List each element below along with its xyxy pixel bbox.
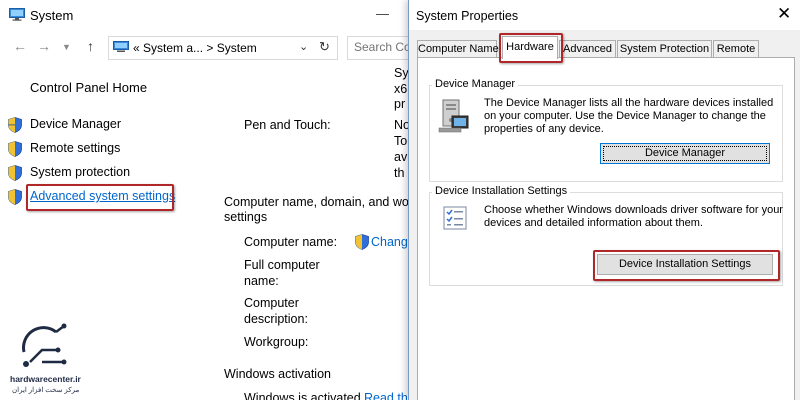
- pen-touch-value-clipped: th: [394, 166, 405, 180]
- computer-name-label: Computer name:: [244, 235, 338, 249]
- system-window: System — ← → ▼ ↑ « System a... > System …: [0, 0, 410, 400]
- shield-icon: [8, 141, 22, 157]
- system-value-clipped: x6: [394, 82, 408, 96]
- system-properties-dialog: System Properties ✕ Computer Name Hardwa…: [408, 0, 800, 400]
- read-license-link[interactable]: Read th: [364, 391, 408, 400]
- breadcrumb-separator: >: [206, 41, 214, 55]
- breadcrumb: « System a... > System: [133, 41, 257, 55]
- address-dropdown-chevron-icon[interactable]: ⌄: [299, 40, 308, 53]
- computer-description-label: Computer: [244, 296, 299, 310]
- tab-remote[interactable]: Remote: [713, 40, 759, 58]
- description-line: on your computer. Use the Device Manager…: [484, 110, 766, 122]
- shield-icon: [355, 234, 369, 250]
- pen-touch-value-clipped: av: [394, 150, 408, 164]
- computer-name-section-heading-line2: settings: [224, 210, 268, 224]
- device-manager-icon: [438, 99, 469, 133]
- description-line: The Device Manager lists all the hardwar…: [484, 97, 774, 109]
- computer-name-section-heading: Computer name, domain, and wor: [224, 195, 410, 209]
- back-arrow-icon[interactable]: ←: [13, 38, 27, 54]
- shield-icon: [8, 117, 22, 133]
- watermark-subtitle: مرکز سخت افزار ایران: [12, 387, 80, 394]
- close-icon[interactable]: ✕: [777, 4, 791, 24]
- dialog-title-bar: System Properties ✕: [409, 0, 800, 30]
- address-bar[interactable]: « System a... > System ⌄ ↻: [108, 36, 338, 60]
- device-installation-group-label: Device Installation Settings: [432, 185, 571, 197]
- device-installation-description: Choose whether Windows downloads driver …: [484, 204, 783, 230]
- highlight-box: [499, 33, 563, 63]
- control-panel-home-link[interactable]: Control Panel Home: [30, 80, 147, 95]
- tab-advanced[interactable]: Advanced: [559, 40, 616, 58]
- device-manager-group-label: Device Manager: [432, 78, 519, 90]
- control-panel-icon: [113, 41, 129, 52]
- watermark-brand: hardwarecenter.ir: [10, 374, 81, 384]
- task-label: Device Manager: [30, 117, 122, 131]
- search-input[interactable]: [354, 40, 410, 54]
- checklist-icon: [443, 206, 467, 230]
- computer-icon: [9, 8, 25, 21]
- up-arrow-icon[interactable]: ↑: [87, 38, 94, 54]
- system-window-title: System: [30, 8, 74, 23]
- device-manager-description: The Device Manager lists all the hardwar…: [484, 97, 773, 136]
- task-label: Remote settings: [30, 141, 121, 155]
- pen-touch-label: Pen and Touch:: [244, 118, 331, 132]
- forward-arrow-icon[interactable]: →: [37, 38, 51, 54]
- windows-activation-heading: Windows activation: [224, 367, 331, 381]
- system-title-bar: System —: [0, 0, 410, 32]
- computer-description-label-line2: description:: [244, 312, 308, 326]
- search-box: [347, 36, 410, 60]
- device-manager-button[interactable]: Device Manager: [600, 143, 770, 164]
- activation-status: Windows is activated: [244, 391, 361, 400]
- shield-icon: [8, 165, 22, 181]
- shield-icon: [8, 189, 22, 205]
- breadcrumb-system-and-security[interactable]: System a...: [143, 41, 203, 55]
- system-value-clipped: pr: [394, 97, 406, 111]
- full-computer-name-label-line2: name:: [244, 274, 279, 288]
- workgroup-label: Workgroup:: [244, 335, 309, 349]
- full-computer-name-label: Full computer: [244, 258, 320, 272]
- highlight-box: [26, 184, 174, 211]
- focus-rectangle: [603, 146, 767, 161]
- circuit-logo-icon: [22, 323, 67, 367]
- dialog-title: System Properties: [416, 9, 519, 23]
- change-settings-link[interactable]: Chang: [371, 235, 408, 249]
- watermark-logo: hardwarecenter.ir مرکز سخت افزار ایران: [10, 322, 81, 400]
- recent-locations-chevron-icon[interactable]: ▼: [62, 42, 71, 52]
- pen-touch-value-clipped: To: [394, 134, 408, 148]
- system-value-clipped: Sy: [394, 66, 409, 80]
- breadcrumb-system[interactable]: System: [217, 41, 257, 55]
- hardware-tab-panel: Device Manager The Device Manager lists …: [417, 57, 795, 400]
- task-label: System protection: [30, 165, 131, 179]
- description-line: Choose whether Windows downloads driver …: [484, 204, 783, 216]
- tab-system-protection[interactable]: System Protection: [617, 40, 712, 58]
- minimize-button[interactable]: —: [376, 6, 389, 21]
- breadcrumb-overflow[interactable]: «: [133, 41, 140, 55]
- description-line: devices and detailed information about t…: [484, 217, 703, 229]
- highlight-box: [593, 250, 780, 281]
- refresh-icon[interactable]: ↻: [319, 39, 330, 55]
- tab-computer-name[interactable]: Computer Name: [417, 40, 499, 58]
- description-line: properties of any device.: [484, 123, 604, 135]
